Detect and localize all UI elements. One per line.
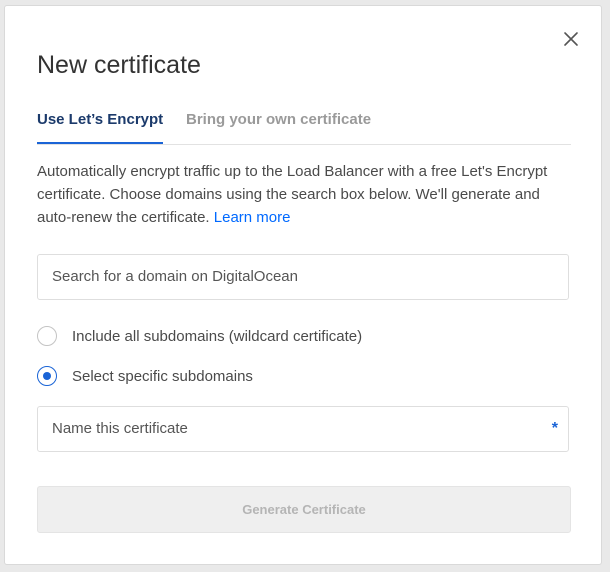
specific-subdomains-radio[interactable]: [37, 366, 57, 386]
learn-more-link[interactable]: Learn more: [214, 209, 291, 226]
close-button[interactable]: [562, 30, 580, 48]
specific-subdomains-radio-label: Select specific subdomains: [72, 368, 253, 385]
wildcard-radio[interactable]: [37, 326, 57, 346]
description: Automatically encrypt traffic up to the …: [37, 160, 567, 229]
description-text: Automatically encrypt traffic up to the …: [37, 163, 548, 226]
new-certificate-modal: New certificate Use Let’s Encrypt Bring …: [4, 5, 602, 565]
generate-certificate-button[interactable]: Generate Certificate: [37, 486, 571, 533]
domain-search-placeholder: Search for a domain on DigitalOcean: [52, 268, 298, 285]
certificate-tabs: Use Let’s Encrypt Bring your own certifi…: [37, 104, 571, 145]
certificate-name-placeholder: Name this certificate: [52, 420, 188, 437]
modal-title: New certificate: [37, 51, 201, 79]
wildcard-radio-label: Include all subdomains (wildcard certifi…: [72, 328, 363, 345]
tab-bring-your-own-certificate[interactable]: Bring your own certificate: [186, 104, 371, 142]
tab-use-lets-encrypt[interactable]: Use Let’s Encrypt: [37, 104, 164, 144]
domain-search-input[interactable]: Search for a domain on DigitalOcean: [37, 254, 569, 300]
close-icon: [564, 32, 578, 46]
required-marker: *: [551, 420, 558, 437]
certificate-name-input[interactable]: Name this certificate *: [37, 406, 569, 452]
